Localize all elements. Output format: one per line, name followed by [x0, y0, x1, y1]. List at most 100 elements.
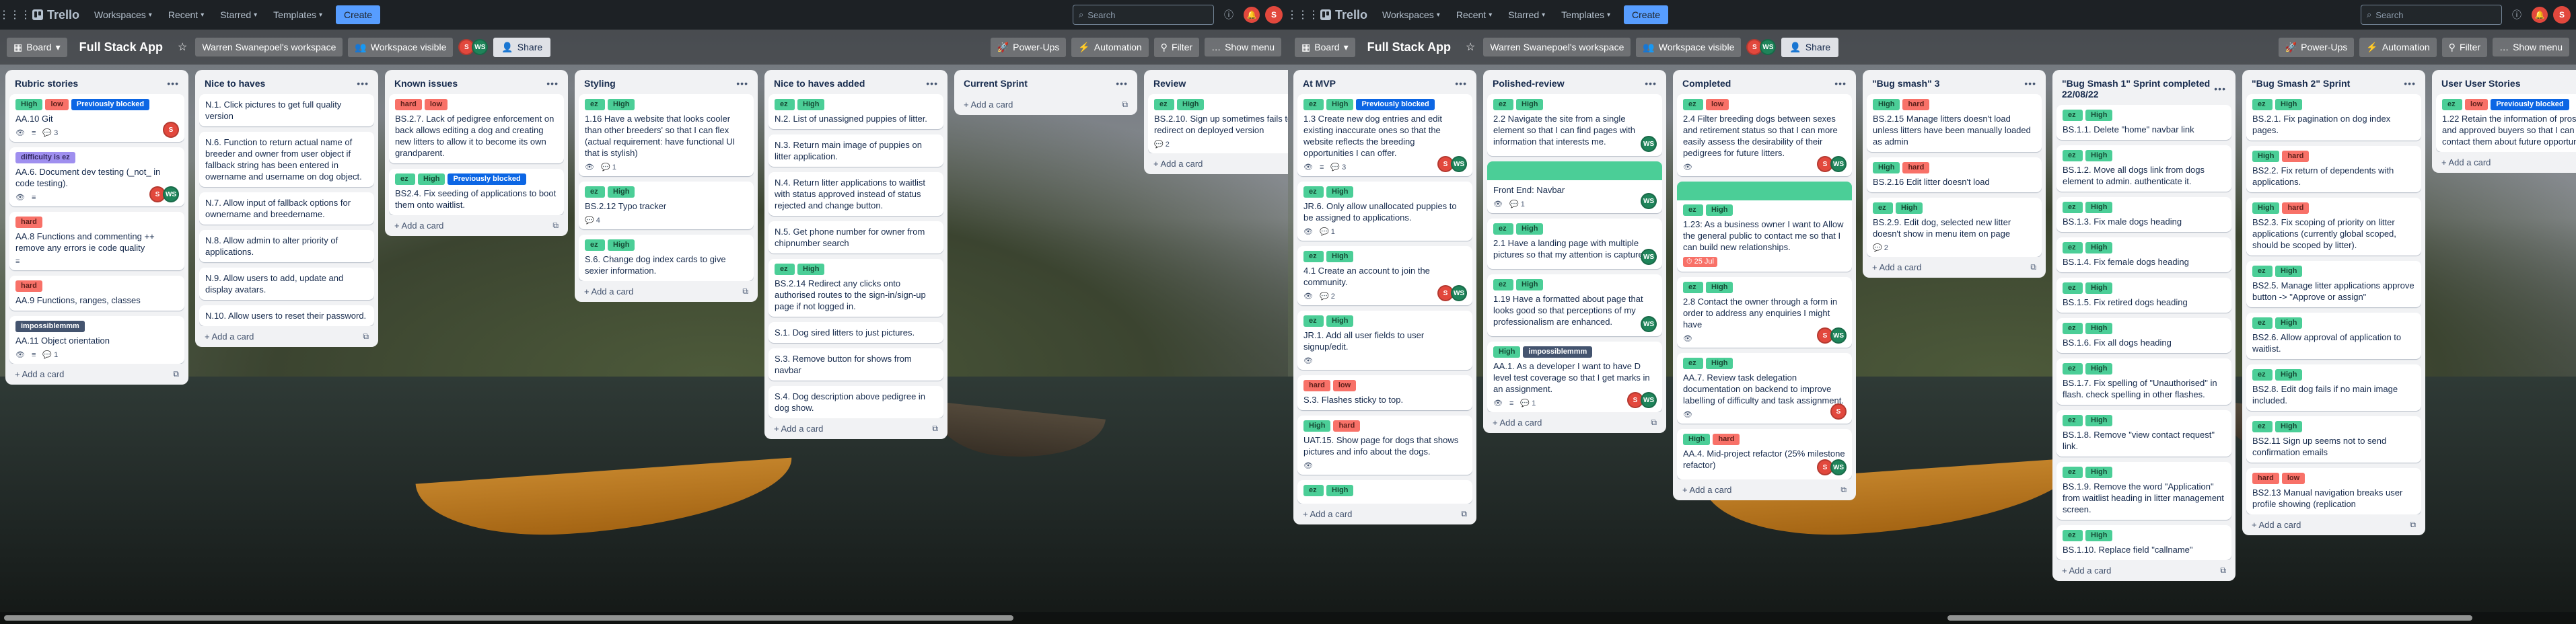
card-label[interactable]: ez — [2252, 369, 2273, 381]
card-label[interactable]: Previously blocked — [2491, 99, 2569, 110]
card[interactable]: ez High BS.1.6. Fix all dogs heading — [2056, 318, 2231, 353]
card-label[interactable]: High — [608, 186, 635, 198]
card-label[interactable]: ez — [1493, 99, 1513, 110]
card[interactable]: ez low 2.4 Filter breeding dogs between se… — [1677, 94, 1852, 176]
card-label[interactable]: hard — [1902, 162, 1930, 173]
card[interactable]: High hard UAT.15. Show page for dogs that … — [1297, 416, 1472, 475]
add-card-button[interactable]: + Add a card ⧉ — [768, 418, 943, 435]
search-input[interactable]: ⌕ Search — [2361, 5, 2502, 25]
card[interactable]: ez High BS2.5. Manage litter applications … — [2246, 261, 2421, 307]
card[interactable]: hard low BS.2.7. Lack of pedigree enforcem… — [389, 94, 564, 163]
add-card-button[interactable]: + Add a card ⧉ — [1487, 412, 1662, 429]
card-label[interactable]: High — [1706, 358, 1733, 369]
workspace-button[interactable]: Warren Swanepoel's workspace — [195, 38, 343, 56]
card[interactable]: ez High BS.1.5. Fix retired dogs heading — [2056, 278, 2231, 313]
card[interactable]: ez High Previously blocked 1.3 Create new d… — [1297, 94, 1472, 176]
card-label[interactable]: High — [2085, 323, 2113, 334]
account-avatar[interactable]: S — [1265, 6, 1283, 24]
card[interactable]: ez High BS.2.14 Redirect any clicks onto a… — [768, 259, 943, 317]
list-title[interactable]: Styling — [584, 78, 616, 89]
card-label[interactable]: High — [1326, 485, 1354, 496]
card-template-icon[interactable]: ⧉ — [742, 286, 748, 297]
card[interactable]: N.9. Allow users to add, update and disp… — [199, 268, 374, 300]
member-avatar[interactable]: WS — [1641, 392, 1657, 408]
member-avatar[interactable]: WS — [163, 186, 179, 202]
menu-workspaces[interactable]: Workspaces ▾ — [1375, 5, 1447, 24]
card-label[interactable]: High — [2252, 151, 2280, 162]
card-label[interactable]: ez — [1303, 315, 1324, 327]
card-label[interactable]: High — [1326, 251, 1354, 262]
list-menu-icon[interactable]: ••• — [2214, 83, 2226, 94]
menu-starred[interactable]: Starred ▾ — [1501, 5, 1552, 24]
info-icon[interactable]: ⓘ — [2507, 5, 2526, 24]
list-title[interactable]: "Bug Smash 1" Sprint completed 22/08/22 — [2062, 78, 2214, 100]
card[interactable]: ez High S.6. Change dog index cards to giv… — [579, 235, 754, 281]
card-template-icon[interactable]: ⧉ — [2410, 520, 2416, 530]
card-label[interactable]: ez — [2442, 99, 2462, 110]
add-card-button[interactable]: + Add a card ⧉ — [2246, 514, 2421, 531]
card-label[interactable]: High — [1873, 162, 1900, 173]
scrollbar-thumb[interactable] — [4, 615, 1013, 621]
list-title[interactable]: User User Stories — [2441, 78, 2521, 89]
star-icon[interactable]: ☆ — [175, 40, 190, 54]
card-label[interactable]: Previously blocked — [1356, 99, 1435, 110]
card-label[interactable]: High — [2275, 99, 2303, 110]
member-avatar[interactable]: WS — [1830, 156, 1847, 172]
card-label[interactable]: hard — [2252, 473, 2279, 484]
card-label[interactable]: Previously blocked — [448, 173, 526, 185]
card-template-icon[interactable]: ⧉ — [173, 369, 179, 379]
card-label[interactable]: High — [2275, 266, 2303, 277]
list-menu-icon[interactable]: ••• — [1116, 78, 1128, 89]
card-label[interactable]: ez — [2063, 110, 2083, 121]
list-title[interactable]: Nice to haves added — [774, 78, 865, 89]
menu-starred[interactable]: Starred ▾ — [213, 5, 264, 24]
filter-button[interactable]: ⚲ Filter — [2441, 37, 2488, 57]
card-label[interactable]: High — [2275, 421, 2303, 432]
card[interactable]: N.7. Allow input of fallback options for… — [199, 192, 374, 225]
card-label[interactable]: ez — [2063, 363, 2083, 375]
card-label[interactable]: hard — [1303, 380, 1330, 391]
card-label[interactable]: ez — [2063, 467, 2083, 478]
horizontal-scrollbar[interactable] — [0, 612, 1288, 624]
show-menu-button[interactable]: … Show menu — [1205, 38, 1281, 56]
card-template-icon[interactable]: ⧉ — [1840, 485, 1847, 495]
list-menu-icon[interactable]: ••• — [926, 78, 938, 89]
list-title[interactable]: Nice to haves — [205, 78, 265, 89]
trello-logo[interactable]: Trello — [27, 8, 85, 22]
card-label[interactable]: impossiblemmm — [1523, 346, 1593, 358]
card-label[interactable]: High — [1326, 186, 1354, 198]
card-label[interactable]: High — [1326, 315, 1354, 327]
card[interactable]: hard AA.9 Functions, ranges, classes — [9, 276, 184, 311]
card[interactable]: High impossiblemmm AA.1. As a developer I … — [1487, 342, 1662, 412]
card[interactable]: High hard AA.4. Mid-project refactor (25% … — [1677, 429, 1852, 479]
add-card-button[interactable]: + Add a card ⧉ — [579, 281, 754, 298]
board-title[interactable]: Full Stack App — [73, 40, 170, 54]
card[interactable]: N.10. Allow users to reset their passwor… — [199, 305, 374, 326]
card-label[interactable]: High — [2085, 467, 2113, 478]
card-label[interactable]: ez — [1154, 99, 1174, 110]
card[interactable]: ez High 2.8 Contact the owner through a fo… — [1677, 277, 1852, 348]
card-label[interactable]: ez — [2063, 415, 2083, 426]
list-menu-icon[interactable]: ••• — [546, 78, 559, 89]
automation-button[interactable]: ⚡ Automation — [2359, 37, 2437, 57]
card[interactable]: High low Previously blocked AA.10 Git 👁 ≡ 💬 3 S — [9, 94, 184, 142]
card-label[interactable]: ez — [585, 239, 605, 251]
member-avatar[interactable]: S — [163, 122, 179, 138]
menu-workspaces[interactable]: Workspaces ▾ — [87, 5, 159, 24]
card-label[interactable]: High — [2085, 202, 2113, 213]
list-title[interactable]: Review — [1153, 78, 1186, 89]
list-menu-icon[interactable]: ••• — [2404, 78, 2416, 89]
card-label[interactable]: hard — [1902, 99, 1930, 110]
app-switcher-icon[interactable]: ⋮⋮⋮ — [1288, 5, 1319, 24]
add-card-button[interactable]: + Add a card ⧉ — [2056, 560, 2231, 577]
scrollbar-thumb[interactable] — [1947, 615, 2472, 621]
card[interactable]: S.4. Dog description above pedigree in d… — [768, 386, 943, 418]
board-title[interactable]: Full Stack App — [1361, 40, 1458, 54]
card-label[interactable]: ez — [1493, 223, 1513, 235]
card-label[interactable]: High — [2275, 369, 2303, 381]
card[interactable]: N.4. Return litter applications to waitl… — [768, 172, 943, 216]
card-label[interactable]: High — [608, 239, 635, 251]
list-menu-icon[interactable]: ••• — [736, 78, 748, 89]
card[interactable]: ez low Previously blocked 1.22 Retain the i… — [2436, 94, 2576, 152]
info-icon[interactable]: ⓘ — [1219, 5, 1238, 24]
